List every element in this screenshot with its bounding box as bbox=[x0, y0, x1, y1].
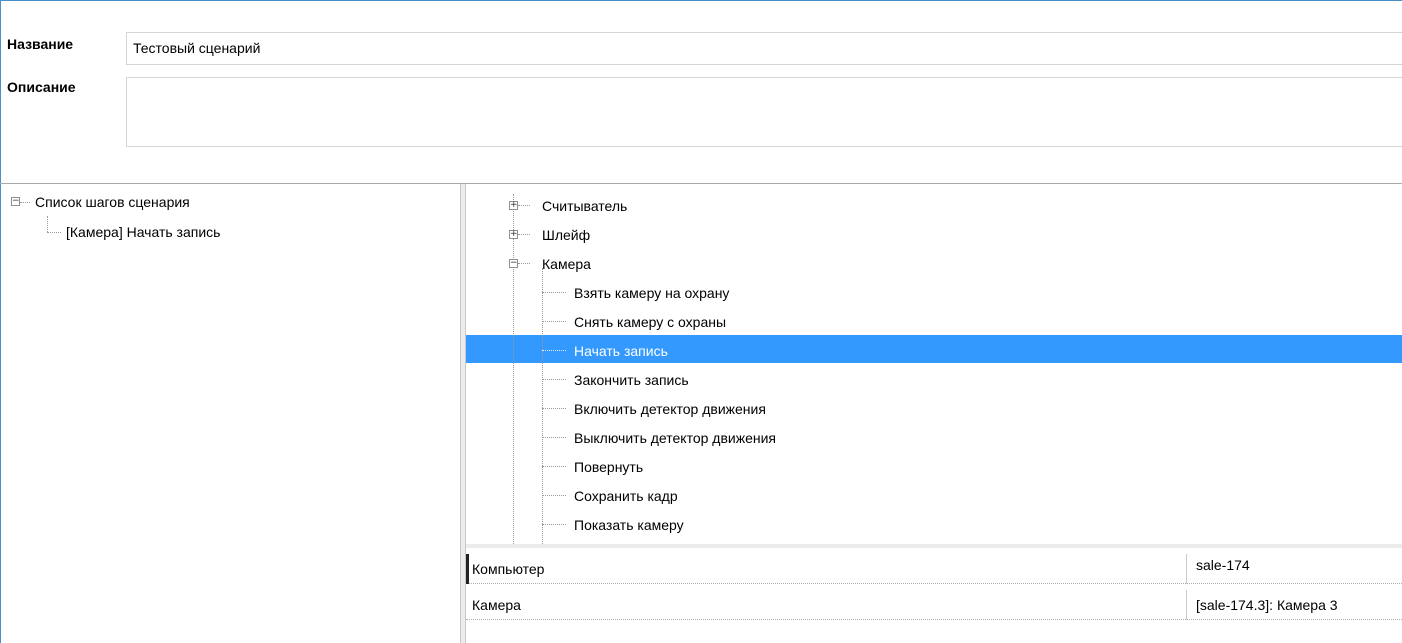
property-value[interactable]: [sale-174.3]: Камера 3 bbox=[1196, 590, 1338, 620]
property-name: Камера bbox=[472, 597, 521, 613]
action-label: Повернуть bbox=[574, 459, 644, 475]
property-value[interactable]: sale-174 bbox=[1196, 550, 1250, 580]
tree-connector bbox=[542, 268, 543, 544]
collapse-icon[interactable]: − bbox=[11, 197, 20, 206]
window-frame-top bbox=[0, 0, 1402, 12]
steps-root-label: Список шагов сценария bbox=[35, 194, 190, 210]
tree-connector bbox=[20, 202, 30, 203]
row-indicator bbox=[466, 554, 469, 584]
tree-connector bbox=[542, 379, 566, 380]
tree-connector bbox=[542, 466, 566, 467]
tree-connector bbox=[542, 437, 566, 438]
action-label: Показать камеру bbox=[574, 517, 684, 533]
collapse-icon[interactable]: − bbox=[509, 259, 518, 268]
name-label: Название bbox=[7, 36, 74, 52]
property-row[interactable]: Компьютер sale-174 bbox=[466, 554, 1402, 584]
action-save-frame[interactable]: Сохранить кадр bbox=[574, 482, 678, 510]
tree-connector bbox=[518, 234, 530, 235]
tree-connector bbox=[542, 321, 566, 322]
step-item-label: [Камера] Начать запись bbox=[66, 224, 221, 240]
group-reader-label: Считыватель bbox=[542, 198, 628, 214]
column-separator bbox=[1186, 590, 1187, 620]
tree-connector bbox=[47, 216, 48, 232]
action-show-camera[interactable]: Показать камеру bbox=[574, 511, 684, 539]
column-separator bbox=[1186, 554, 1187, 584]
group-reader[interactable]: Считыватель bbox=[542, 192, 627, 220]
action-disarm-camera[interactable]: Снять камеру с охраны bbox=[574, 308, 726, 336]
action-rotate[interactable]: Повернуть bbox=[574, 453, 643, 481]
description-input[interactable] bbox=[126, 77, 1402, 147]
steps-root[interactable]: Список шагов сценария bbox=[35, 188, 190, 216]
properties-grid: Компьютер sale-174 Камера [sale-174.3]: … bbox=[466, 548, 1402, 643]
tree-connector bbox=[518, 205, 530, 206]
expand-icon[interactable]: + bbox=[509, 230, 518, 239]
action-label: Закончить запись bbox=[574, 372, 689, 388]
action-disable-motion-detector[interactable]: Выключить детектор движения bbox=[574, 424, 776, 452]
group-loop[interactable]: Шлейф bbox=[542, 221, 590, 249]
action-label: Начать запись bbox=[574, 343, 668, 359]
tree-connector bbox=[518, 263, 530, 264]
group-loop-label: Шлейф bbox=[542, 227, 591, 243]
tree-connector bbox=[542, 524, 566, 525]
scenario-steps-tree[interactable]: − Список шагов сценария [Камера] Начать … bbox=[0, 184, 460, 643]
property-row[interactable]: Камера [sale-174.3]: Камера 3 bbox=[466, 590, 1402, 620]
actions-tree[interactable]: + + − Считыватель Шлейф Камера Взять кам… bbox=[466, 184, 1402, 544]
tree-connector bbox=[542, 350, 566, 351]
action-label: Сохранить кадр bbox=[574, 488, 678, 504]
action-enable-motion-detector[interactable]: Включить детектор движения bbox=[574, 395, 766, 423]
tree-connector bbox=[513, 194, 514, 544]
action-label: Включить детектор движения bbox=[574, 401, 766, 417]
action-label: Взять камеру на охрану bbox=[574, 285, 730, 301]
name-input[interactable]: Тестовый сценарий bbox=[126, 32, 1402, 65]
description-label: Описание bbox=[7, 79, 76, 95]
action-label: Снять камеру с охраны bbox=[574, 314, 727, 330]
action-stop-recording[interactable]: Закончить запись bbox=[574, 366, 689, 394]
tree-connector bbox=[47, 232, 61, 233]
expand-icon[interactable]: + bbox=[509, 201, 518, 210]
action-arm-camera[interactable]: Взять камеру на охрану bbox=[574, 279, 729, 307]
scenario-form: Название Тестовый сценарий Описание bbox=[0, 12, 1402, 183]
tree-connector bbox=[542, 495, 566, 496]
step-item[interactable]: [Камера] Начать запись bbox=[66, 218, 220, 246]
action-label: Выключить детектор движения bbox=[574, 430, 776, 446]
property-name: Компьютер bbox=[472, 561, 545, 577]
tree-connector bbox=[542, 408, 566, 409]
group-camera-label: Камера bbox=[542, 256, 591, 272]
tree-connector bbox=[542, 292, 566, 293]
action-start-recording[interactable]: Начать запись bbox=[574, 337, 668, 365]
group-camera[interactable]: Камера bbox=[542, 250, 591, 278]
